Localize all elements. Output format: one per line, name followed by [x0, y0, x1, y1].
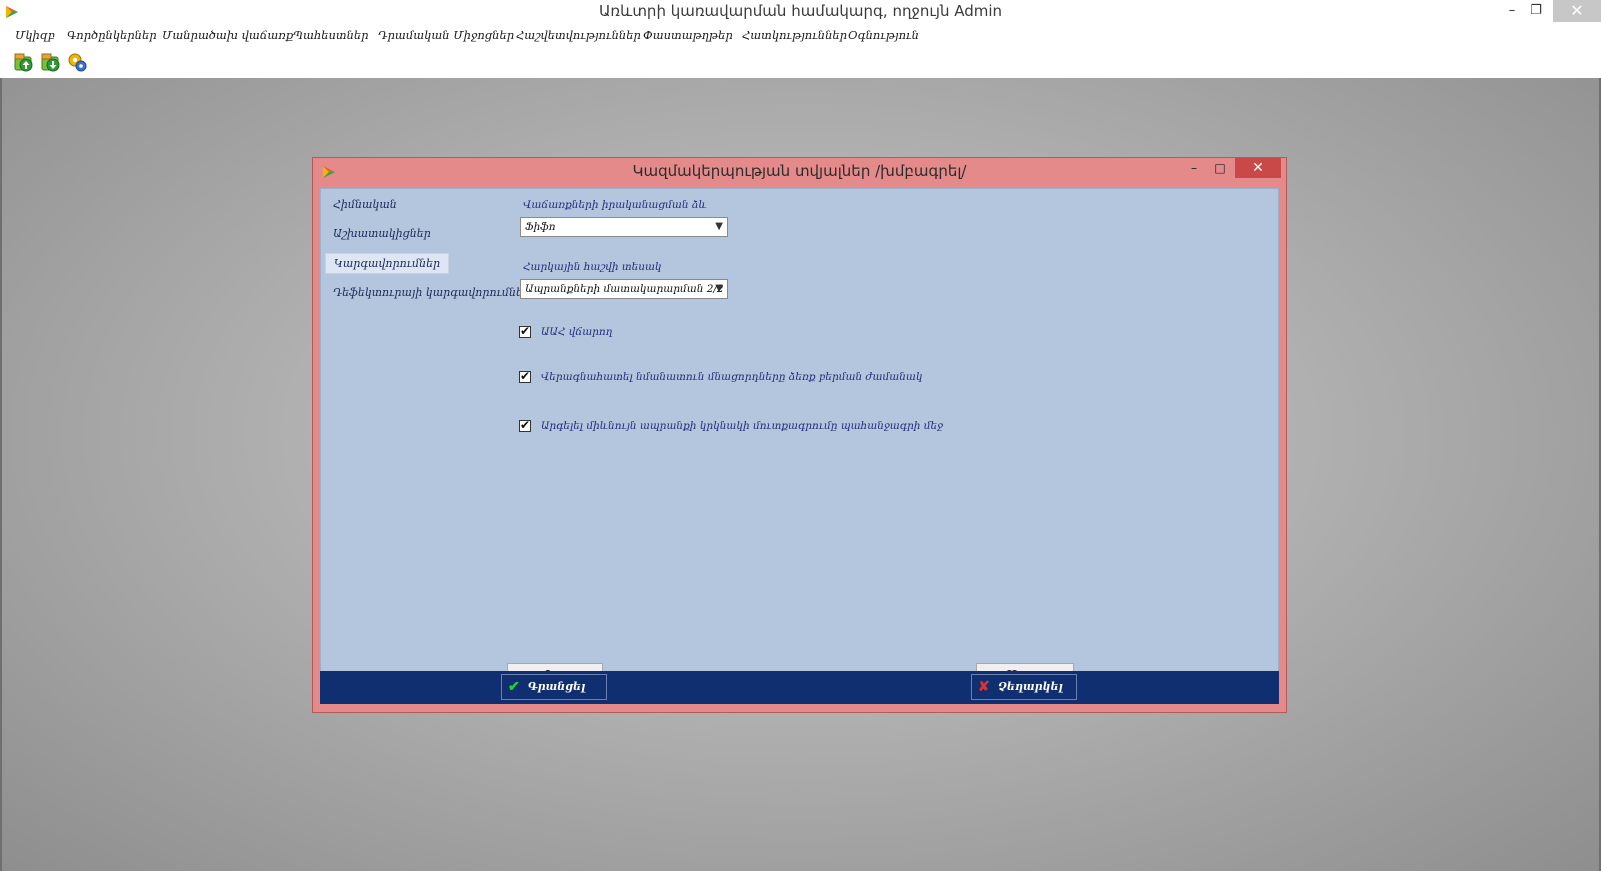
chevron-down-icon: ▼: [715, 221, 723, 232]
close-button[interactable]: ✕: [1553, 0, 1601, 22]
vat-payer-label: ԱԱՀ վճարող: [540, 325, 613, 338]
vat-payer-checkbox[interactable]: ✔: [519, 323, 531, 338]
checkmark-icon: ✔: [520, 417, 531, 432]
cancel-button[interactable]: ✘ Չեղարկել: [971, 674, 1077, 700]
dialog-maximize-button[interactable]: □: [1206, 158, 1234, 180]
menu-bar: Մկիզբ Գործընկերներ Մանրածախ վաճառք Պահես…: [0, 24, 1601, 46]
toolbar: [0, 46, 1601, 79]
nav-item-settings[interactable]: Կարգավորումներ: [325, 253, 450, 274]
menu-reports[interactable]: Հաշվետվություններ: [516, 28, 641, 42]
dialog-title: Կազմակերպության տվյալներ /խմբագրել/: [632, 162, 967, 180]
tax-type-label: Հարկային հաշվի տեսակ: [523, 261, 662, 273]
tax-type-select[interactable]: Ապրանքների մատակարարման 2/2 ▼: [520, 279, 728, 299]
price-method-label: Վաճառքների իրականացման ձև: [523, 199, 707, 211]
save-button[interactable]: ✔ Գրանցել: [501, 674, 607, 700]
menu-help[interactable]: Օգնություն: [848, 28, 919, 42]
revalue-row: ✔ Վերագնահատել նմանատուն մնացորդները ձեռ…: [519, 369, 922, 383]
checkmark-icon: ✔: [508, 679, 520, 695]
menu-warehouses[interactable]: Պահեստներ: [293, 28, 369, 42]
organization-dialog: Կազմակերպության տվյալներ /խմբագրել/ – □ …: [312, 157, 1287, 713]
main-titlebar: Առևտրի կառավարման համակարգ, ողջույն Admi…: [0, 0, 1601, 25]
menu-retail[interactable]: Մանրածախ վաճառք: [162, 28, 293, 42]
checkmark-icon: ✔: [520, 323, 531, 338]
restore-button[interactable]: ❐: [1520, 0, 1552, 22]
download-icon[interactable]: [39, 51, 61, 73]
vat-payer-row: ✔ ԱԱՀ վճարող: [519, 324, 612, 338]
upload-icon[interactable]: [12, 51, 34, 73]
dialog-body: Հիմնական Աշխատակիցներ Կարգավորումներ Դեֆ…: [320, 188, 1279, 687]
checkmark-icon: ✔: [520, 368, 531, 383]
window-title: Առևտրի կառավարման համակարգ, ողջույն Admi…: [598, 2, 1003, 20]
settings-gear-icon[interactable]: [66, 51, 88, 73]
price-method-value: Ֆիֆո: [525, 221, 556, 233]
menu-cash[interactable]: Դրամական Միջոցներ: [378, 28, 514, 42]
chevron-down-icon: ▼: [715, 283, 723, 294]
dialog-footer: ✔ Գրանցել ✘ Չեղարկել: [320, 671, 1279, 704]
save-button-label: Գրանցել: [527, 680, 586, 693]
cancel-button-label: Չեղարկել: [997, 680, 1063, 693]
nav-item-defectura-settings[interactable]: Դեֆեկտուրայի կարգավորումներ: [325, 283, 538, 302]
menu-start[interactable]: Մկիզբ: [15, 28, 55, 42]
nav-item-general[interactable]: Հիմնական: [325, 195, 405, 214]
duplicate-block-label: Արգելել միևնույն ապրանքի կրկնակի մուտքագ…: [540, 419, 944, 432]
menu-documents[interactable]: Փաստաթղթեր: [643, 28, 733, 42]
nav-item-employees[interactable]: Աշխատակիցներ: [325, 224, 439, 243]
dialog-minimize-button[interactable]: –: [1180, 158, 1208, 180]
menu-partners[interactable]: Գործընկերներ: [67, 28, 157, 42]
price-method-select[interactable]: Ֆիֆո ▼: [520, 217, 728, 237]
revalue-label: Վերագնահատել նմանատուն մնացորդները ձեռք …: [540, 370, 923, 383]
duplicate-block-row: ✔ Արգելել միևնույն ապրանքի կրկնակի մուտք…: [519, 418, 943, 432]
revalue-checkbox[interactable]: ✔: [519, 368, 531, 383]
dialog-close-button[interactable]: ✕: [1235, 158, 1281, 178]
menu-properties[interactable]: Հատկություններ: [742, 28, 847, 42]
close-x-icon: ✘: [978, 679, 990, 695]
duplicate-block-checkbox[interactable]: ✔: [519, 417, 531, 432]
tax-type-value: Ապրանքների մատակարարման 2/2: [525, 283, 724, 295]
